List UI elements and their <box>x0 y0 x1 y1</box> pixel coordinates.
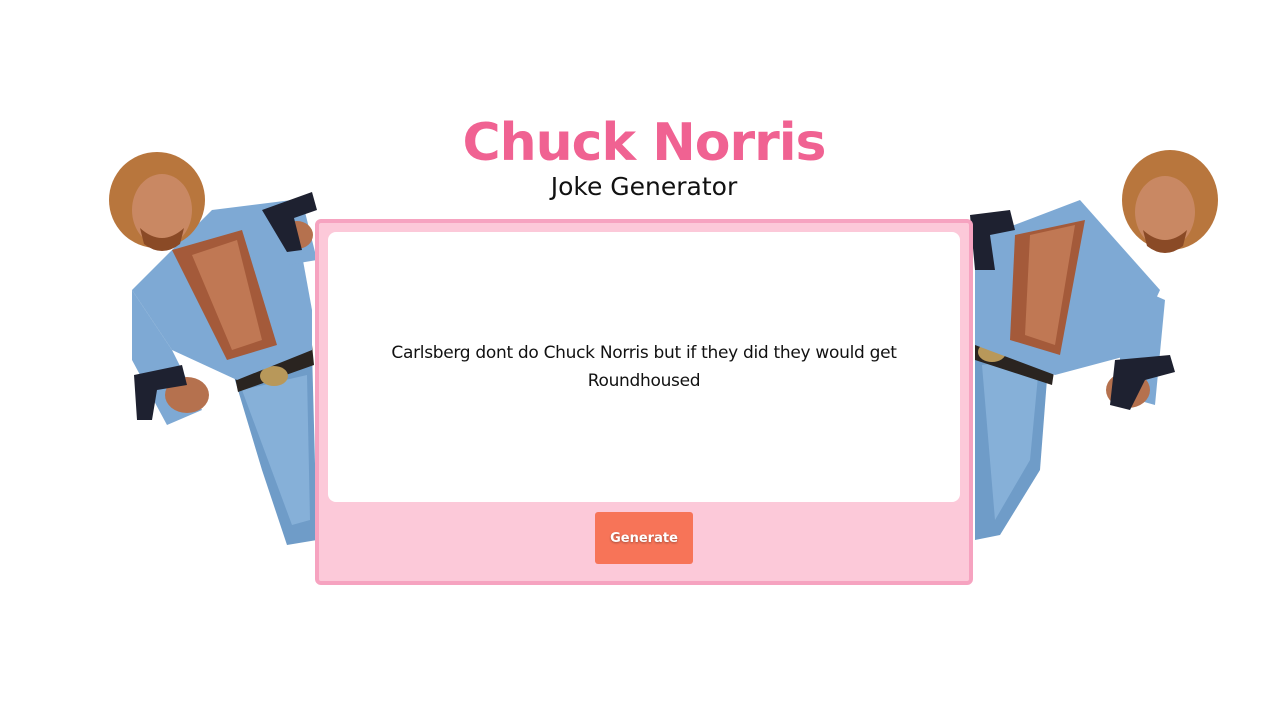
joke-text: Carlsberg dont do Chuck Norris but if th… <box>391 343 897 391</box>
joke-display: Carlsberg dont do Chuck Norris but if th… <box>328 232 960 502</box>
generate-button[interactable]: Generate <box>595 512 693 564</box>
page: Chuck Norris Joke Generator Carlsberg do… <box>0 0 1280 720</box>
page-title: Chuck Norris <box>462 113 826 173</box>
joke-card: Carlsberg dont do Chuck Norris but if th… <box>315 219 973 585</box>
page-subtitle: Joke Generator <box>550 172 738 201</box>
